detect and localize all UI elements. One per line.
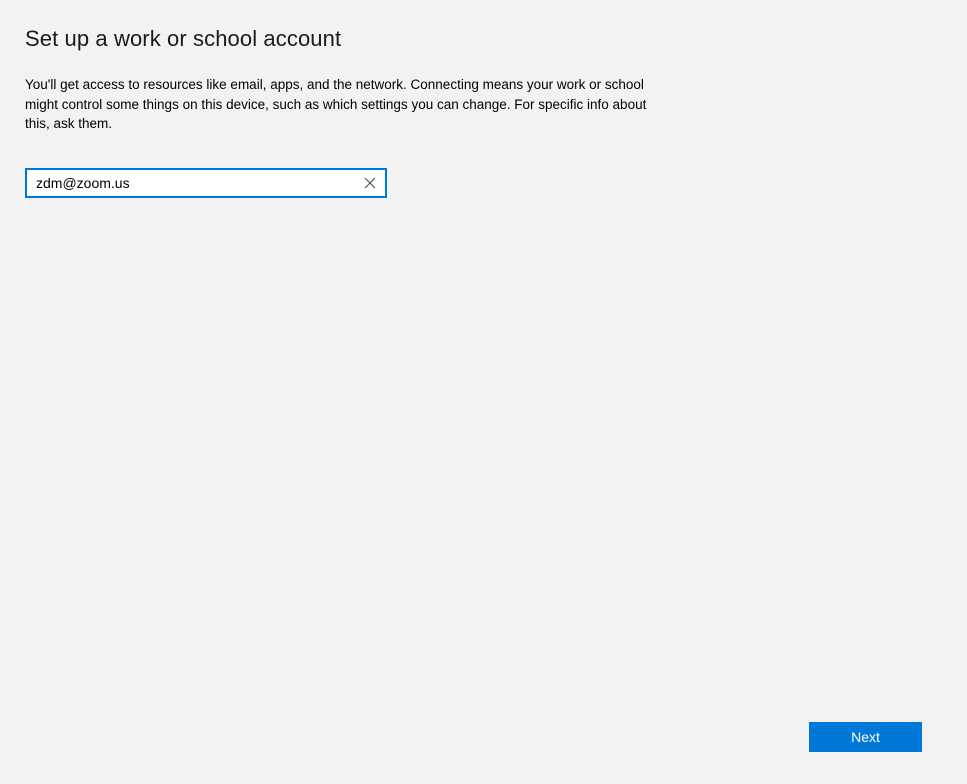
setup-account-page: Set up a work or school account You'll g… [0,0,967,784]
email-field[interactable] [27,170,347,196]
next-button[interactable]: Next [809,722,922,752]
page-description: You'll get access to resources like emai… [25,77,647,131]
close-icon [364,177,376,189]
clear-input-button[interactable] [361,174,379,192]
email-field-container [25,168,387,198]
page-title: Set up a work or school account [25,26,342,51]
